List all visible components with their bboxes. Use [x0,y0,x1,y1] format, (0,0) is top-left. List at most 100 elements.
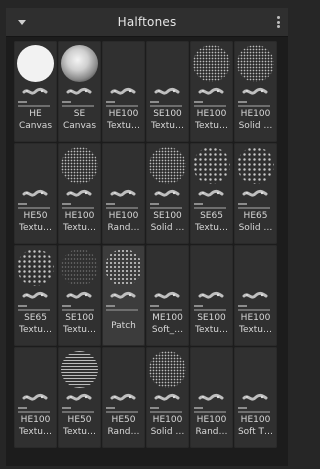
preset-name-line1: SE65 [200,211,223,221]
preset-name-line2: Soft_… [151,325,184,335]
brush-tip-preview-icon [193,147,230,184]
stroke-preview-icon [110,189,136,199]
preset-name-line1: SE [73,109,86,119]
preset-label: HE100 Solid … [235,108,276,132]
brush-preset-tile[interactable]: SE65 Textu… [190,143,233,244]
stroke-preview-icon [110,291,136,301]
brush-preset-tile[interactable]: SE Canvas [58,41,101,142]
brush-preset-tile[interactable]: SE100 Solid … [146,143,189,244]
preset-name-line1: SE100 [153,109,182,119]
stroke-preview-icon [110,87,136,97]
brush-tip-preview-icon [149,147,186,184]
preset-label: HE100 Textu… [103,108,144,132]
preset-name-line1: SE100 [153,211,182,221]
preset-label: HE100 Rand… [191,414,232,438]
preset-name-line2: Textu… [195,223,228,233]
brush-tip-preview-icon [17,249,54,286]
preset-label: SE Canvas [59,108,100,132]
preset-name-line2: Textu… [63,427,96,437]
preset-name-line1: HE100 [240,109,271,119]
preset-label: HE100 Solid … [147,414,188,438]
stroke-preview-icon [198,189,224,199]
preset-name-line2: Solid … [238,121,273,131]
stroke-preview-icon [242,87,268,97]
brush-preset-tile[interactable]: HE100 Textu… [190,41,233,142]
brush-preset-tile[interactable]: HE Canvas [14,41,57,142]
preset-name-line2: Soft T… [237,427,274,437]
preset-name-line1: HE100 [20,415,51,425]
brush-preset-tile[interactable]: HE100 Soft T… [234,347,277,448]
brush-preset-tile[interactable]: HE100 Textu… [58,143,101,244]
brush-tip-preview-icon [193,45,230,82]
brush-tip-preview-icon [17,45,54,82]
preset-name-line1: HE100 [240,415,271,425]
preset-name-line1: SE100 [197,313,226,323]
preset-name-line1: HE100 [152,415,183,425]
preset-name-line1: HE50 [23,211,48,221]
preset-label: SE65 Textu… [15,312,56,336]
brush-tip-preview-icon [237,147,274,184]
preset-label: SE100 Solid … [147,210,188,234]
stroke-preview-icon [242,291,268,301]
preset-name-line2: Textu… [239,325,272,335]
preset-label: HE50 Textu… [15,210,56,234]
brush-preset-tile[interactable]: SE100 Textu… [58,245,101,346]
brush-tip-preview-icon [149,351,186,388]
brush-preset-tile[interactable]: HE50 Textu… [14,143,57,244]
stroke-preview-icon [66,393,92,403]
preset-name-line2: Textu… [195,325,228,335]
preset-name-line1: HE50 [67,415,92,425]
preset-name-line1: HE100 [108,109,139,119]
brush-tip-preview-icon [105,249,142,286]
preset-name-line2: Textu… [195,121,228,131]
size-indicator-icon [106,305,138,313]
preset-name-line1: HE100 [196,109,227,119]
preset-name-line1: HE100 [64,211,95,221]
panel-menu-icon[interactable] [277,16,280,28]
stroke-preview-icon [198,393,224,403]
brush-preset-tile[interactable]: HE100 Textu… [234,245,277,346]
brush-preset-tile[interactable]: HE100 Solid … [146,347,189,448]
preset-name-line2: Solid … [150,427,185,437]
preset-name-line2: Textu… [107,121,140,131]
preset-name-line2: Textu… [151,121,184,131]
brush-preset-tile[interactable]: Patch [102,245,145,346]
brush-preset-tile[interactable]: ME100 Soft_… [146,245,189,346]
preset-name-line2: Solid … [238,223,273,233]
brush-tip-preview-icon [61,351,98,388]
preset-name-line2: Canvas [62,121,97,131]
preset-label: HE Canvas [15,108,56,132]
preset-name-line1: Patch [111,321,136,331]
brush-preset-tile[interactable]: HE65 Solid … [234,143,277,244]
stroke-preview-icon [66,189,92,199]
brush-preset-tile[interactable]: HE100 Rand… [190,347,233,448]
brush-preset-tile[interactable]: HE100 Solid … [234,41,277,142]
stroke-preview-icon [154,189,180,199]
stroke-preview-icon [154,87,180,97]
preset-label: ME100 Soft_… [147,312,188,336]
preset-label: HE100 Textu… [235,312,276,336]
panel-header: Halftones [6,8,288,37]
brush-preset-tile[interactable]: HE50 Textu… [58,347,101,448]
brush-preset-tile[interactable]: SE65 Textu… [14,245,57,346]
preset-name-line1: SE65 [24,313,47,323]
brush-preset-tile[interactable]: HE100 Textu… [102,41,145,142]
preset-label: HE100 Textu… [59,210,100,234]
stroke-preview-icon [22,291,48,301]
preset-name-line2: Textu… [19,325,52,335]
brush-preset-tile[interactable]: SE100 Textu… [190,245,233,346]
stroke-preview-icon [22,189,48,199]
brush-preset-tile[interactable]: HE100 Rand… [102,143,145,244]
preset-name-line1: SE100 [65,313,94,323]
preset-label: HE100 Rand… [103,210,144,234]
preset-name-line2: Textu… [19,427,52,437]
preset-name-line2: Rand… [107,223,140,233]
halftones-panel: Halftones HE Canvas SE Canvas HE100 Textu… SE1… [6,8,288,466]
brush-preset-tile[interactable]: SE100 Textu… [146,41,189,142]
stroke-preview-icon [22,87,48,97]
stroke-preview-icon [242,189,268,199]
brush-preset-tile[interactable]: HE100 Textu… [14,347,57,448]
brush-tip-preview-icon [61,45,98,82]
brush-preset-tile[interactable]: HE50 Rand… [102,347,145,448]
brush-tip-preview-icon [237,45,274,82]
